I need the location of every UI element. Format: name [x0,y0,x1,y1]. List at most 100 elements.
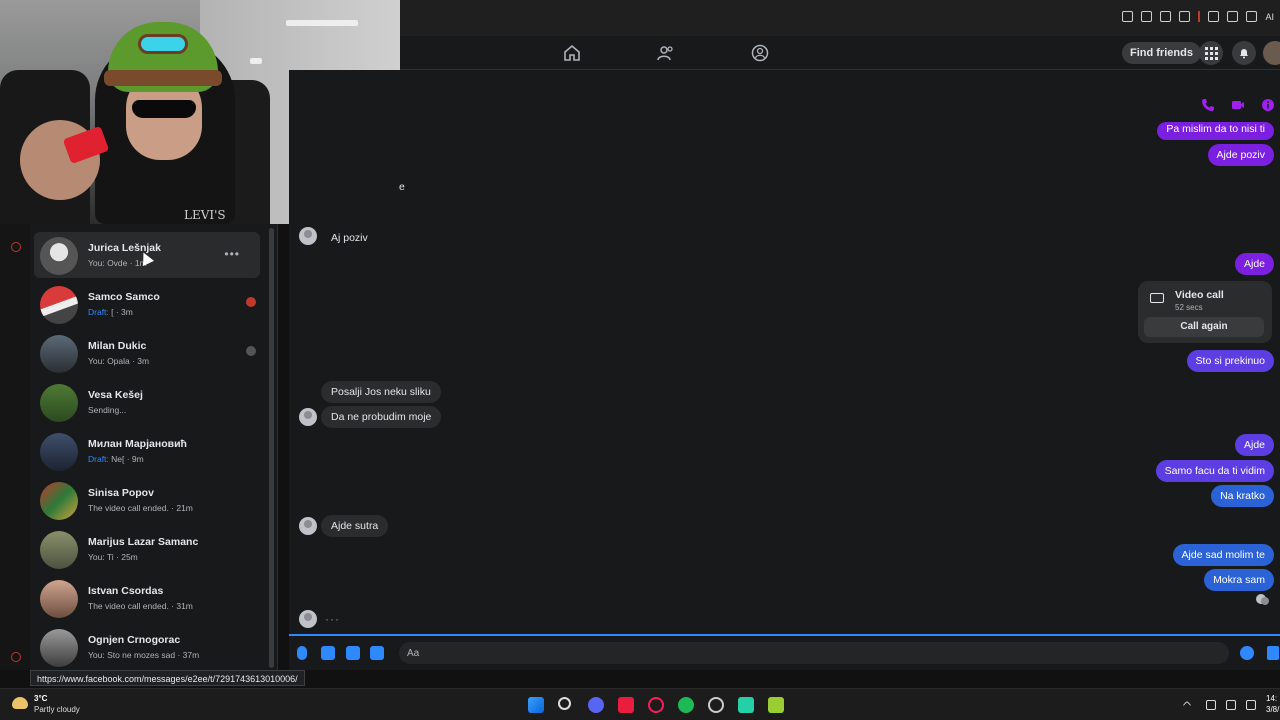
draft-label: Draft: [88,307,109,317]
message-incoming[interactable]: Ajde sutra [321,515,389,537]
notifications-bell-icon[interactable] [1232,41,1256,65]
avatar [40,237,78,275]
chat-item[interactable]: Istvan Csordas The video call ended. · 3… [34,575,260,621]
emoji-icon[interactable] [1240,646,1254,660]
close-icon[interactable] [11,652,21,662]
avatar [40,580,78,618]
contact-avatar [299,517,317,535]
avatar [40,433,78,471]
contact-avatar [299,227,317,245]
weather-temperature: 3°C [34,694,48,703]
search-icon[interactable] [558,697,571,710]
chat-item[interactable]: Marijus Lazar Samanc You: Ti · 25m [34,526,260,572]
windows-taskbar: 3°C Partly cloudy 14: 3/8/ [0,688,1280,720]
chat-list-scrollbar[interactable] [269,228,274,668]
message-outgoing[interactable]: Ajde poziv [1207,144,1274,166]
chat-item[interactable]: Vesa Kešej Sending... [34,379,260,425]
seen-avatar [246,346,256,356]
chat-app-icon[interactable] [738,697,754,713]
weather-icon[interactable] [12,697,28,709]
chat-preview: The video call ended. · 31m [88,601,193,611]
info-icon[interactable] [1261,98,1275,112]
image-icon[interactable] [321,646,335,660]
download-icon[interactable] [1208,11,1220,22]
chat-preview: The video call ended. · 21m [88,503,193,513]
message-incoming[interactable]: Posalji Jos neku sliku [321,381,441,403]
thumbs-up-icon[interactable] [1267,646,1279,660]
volume-icon[interactable] [1246,700,1256,710]
message-incoming[interactable]: e [389,176,415,198]
opera-icon[interactable] [648,697,664,713]
more-options-icon[interactable]: ••• [224,247,240,261]
message-outgoing[interactable]: Samo facu da ti vidim [1155,460,1274,482]
link-status-url: https://www.facebook.com/messages/e2ee/t… [30,670,305,686]
microphone-icon[interactable] [297,646,307,660]
message-outgoing[interactable]: Ajde [1234,253,1274,275]
app-icon[interactable] [768,697,784,713]
profile-icon[interactable] [1227,11,1239,22]
call-again-button[interactable]: Call again [1144,317,1264,337]
avatar [40,384,78,422]
chat-item[interactable]: Milan Dukic You: Opala · 3m [34,330,260,376]
friends-icon[interactable] [657,44,675,62]
clock-time[interactable]: 14: [1266,694,1277,703]
video-call-icon[interactable] [1231,98,1245,112]
video-call-title: Video call [1175,289,1224,301]
play-icon[interactable] [1160,11,1172,22]
menu-grid-icon[interactable] [1199,41,1223,65]
draft-label: Draft: [88,454,109,464]
chat-item[interactable]: Ognjen Crnogorac You: Sto ne mozes sad ·… [34,624,260,670]
video-call-duration: 52 secs [1175,303,1203,312]
typing-indicator: ··· [325,612,340,626]
left-icon-strip [0,224,30,670]
chat-item[interactable]: Sinisa Popov The video call ended. · 21m [34,477,260,523]
tiktok-icon[interactable] [618,697,634,713]
obs-icon[interactable] [708,697,724,713]
home-icon[interactable] [563,44,581,62]
audio-call-icon[interactable] [1201,98,1215,112]
seen-avatar [246,297,256,307]
chat-preview: You: Opala · 3m [88,356,150,366]
avatar [40,629,78,667]
conversation-pane: Pa mislim da to nisi ti Ajde poziv e Aj … [289,70,1280,634]
network-icon[interactable] [1226,700,1236,710]
bookmark-icon[interactable] [1122,11,1134,22]
chat-item[interactable]: Samco Samco Draft: [ · 3m [34,281,260,327]
message-incoming[interactable]: Da ne probudim moje [321,406,442,428]
message-input[interactable] [399,642,1229,664]
chat-preview: Sending... [88,405,127,415]
avatar [40,335,78,373]
start-icon[interactable] [528,697,544,713]
message-outgoing[interactable]: Pa mislim da to nisi ti [1157,122,1274,140]
chat-name: Милан Марјановић [88,438,187,450]
chat-name: Marijus Lazar Samanc [88,536,199,548]
video-call-card: Video call 52 secs Call again [1138,281,1272,343]
video-camera-icon [1150,293,1164,303]
message-outgoing[interactable]: Na kratko [1211,485,1274,507]
message-outgoing[interactable]: Ajde [1234,434,1274,456]
sticker-icon[interactable] [346,646,360,660]
read-receipt-avatar [1256,594,1269,605]
tab-icon[interactable] [1141,11,1153,22]
settings-icon[interactable] [11,242,21,252]
gif-icon[interactable] [370,646,384,660]
message-outgoing[interactable]: Sto si prekinuo [1186,350,1274,372]
message-outgoing[interactable]: Ajde sad molim te [1172,544,1274,566]
profile-avatar[interactable] [1263,41,1280,65]
ai-button[interactable]: AI [1265,12,1274,22]
spotify-icon[interactable] [678,697,694,713]
chat-preview: You: Sto ne mozes sad · 37m [88,650,200,660]
chat-item[interactable]: Милан Марјановић Draft: Ne[ · 9m [34,428,260,474]
share-icon[interactable] [1246,11,1258,22]
avatar [40,531,78,569]
tray-chevron-up-icon[interactable] [1182,700,1192,710]
message-outgoing[interactable]: Mokra sam [1204,569,1274,591]
browser-extension-icons: AI [1122,11,1274,22]
microphone-tray-icon[interactable] [1206,700,1216,710]
heart-icon[interactable] [1179,11,1191,22]
find-friends-button[interactable]: Find friends [1122,42,1201,64]
clock-date[interactable]: 3/8/ [1266,705,1279,714]
discord-icon[interactable] [588,697,604,713]
groups-icon[interactable] [751,44,769,62]
message-incoming[interactable]: Aj poziv [321,227,378,249]
